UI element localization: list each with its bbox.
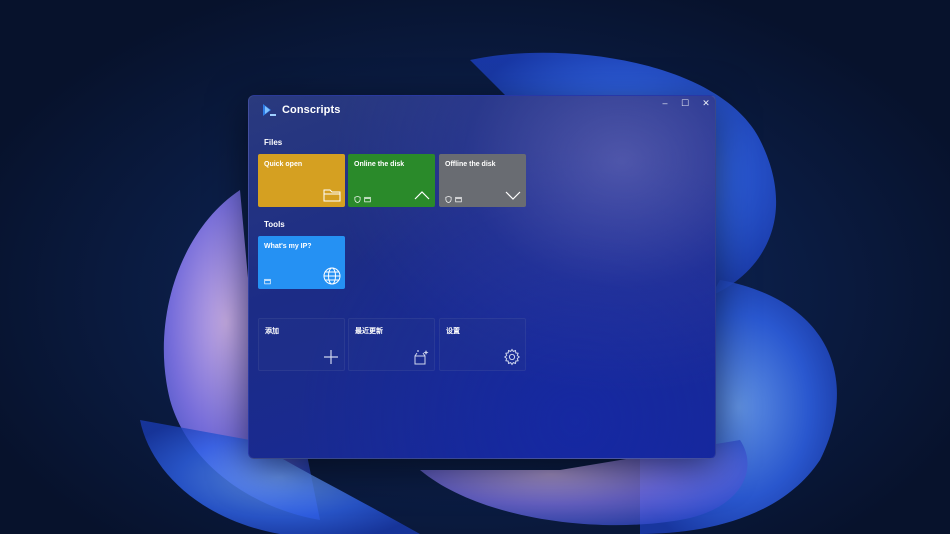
tools-section-label: Tools bbox=[264, 220, 285, 229]
online-disk-tile[interactable]: Online the disk bbox=[348, 154, 435, 207]
tile-title: Offline the disk bbox=[445, 161, 496, 168]
tile-title: Online the disk bbox=[354, 161, 405, 168]
tile-badges bbox=[445, 196, 462, 203]
window-icon bbox=[364, 196, 371, 203]
close-button[interactable]: ✕ bbox=[695, 96, 715, 110]
globe-icon bbox=[323, 267, 341, 285]
app-window: Conscripts – ☐ ✕ Files Quick open Online… bbox=[248, 95, 716, 459]
settings-tile[interactable]: 设置 bbox=[439, 318, 526, 371]
tile-title: 添加 bbox=[265, 328, 279, 335]
quick-open-tile[interactable]: Quick open bbox=[258, 154, 345, 207]
shield-icon bbox=[354, 196, 361, 203]
add-tile[interactable]: 添加 bbox=[258, 318, 345, 371]
chevron-down-icon bbox=[505, 191, 521, 200]
offline-disk-tile[interactable]: Offline the disk bbox=[439, 154, 526, 207]
app-title: Conscripts bbox=[282, 104, 341, 116]
shield-icon bbox=[445, 196, 452, 203]
maximize-button[interactable]: ☐ bbox=[674, 96, 696, 110]
tile-badges bbox=[354, 196, 371, 203]
app-logo-icon bbox=[263, 104, 276, 116]
plus-icon bbox=[324, 350, 338, 364]
sparkle-box-icon bbox=[414, 350, 429, 365]
gear-icon bbox=[503, 348, 521, 366]
window-icon bbox=[264, 278, 271, 285]
tile-title: Quick open bbox=[264, 161, 303, 168]
tile-title: 设置 bbox=[446, 328, 460, 335]
tile-title: 最近更新 bbox=[355, 328, 383, 335]
files-section-label: Files bbox=[264, 138, 283, 147]
folder-icon bbox=[323, 189, 341, 202]
whats-my-ip-tile[interactable]: What's my IP? bbox=[258, 236, 345, 289]
tile-title: What's my IP? bbox=[264, 243, 312, 250]
chevron-up-icon bbox=[414, 191, 430, 200]
recent-updates-tile[interactable]: 最近更新 bbox=[348, 318, 435, 371]
tile-badges bbox=[264, 278, 271, 285]
title-bar[interactable]: Conscripts – ☐ ✕ bbox=[249, 96, 715, 126]
minimize-button[interactable]: – bbox=[654, 96, 676, 110]
window-icon bbox=[455, 196, 462, 203]
